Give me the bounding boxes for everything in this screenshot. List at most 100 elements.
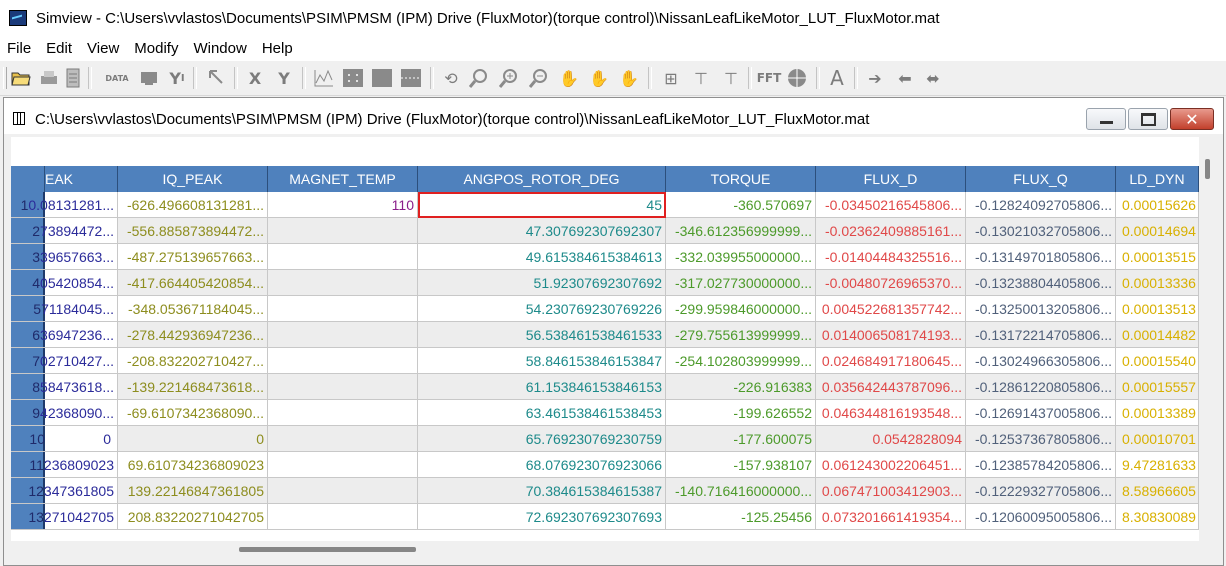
grid-cell[interactable]: -317.027730000000... <box>666 270 816 296</box>
grid-cell[interactable]: 68.076923076923066 <box>418 452 666 478</box>
arrow-right-icon[interactable]: ➔ <box>864 67 886 89</box>
grid-cell[interactable]: 6 36947236... <box>11 322 118 348</box>
data-grid[interactable]: EAK IQ_PEAK MAGNET_TEMP ANGPOS_ROTOR_DEG… <box>11 137 1199 541</box>
table-row[interactable]: 5 71184045... -348.053671184045... 54.23076… <box>11 296 1199 322</box>
grid-cell[interactable]: 7 02710427... <box>11 348 118 374</box>
grid-cell[interactable]: 110 <box>268 192 418 218</box>
grid-cell[interactable]: 0.061243002206451... <box>816 452 966 478</box>
grid-cell[interactable]: -0.13250013205806... <box>966 296 1116 322</box>
grid-cell[interactable]: 0.035642443787096... <box>816 374 966 400</box>
grid-cell[interactable]: -346.612356999999... <box>666 218 816 244</box>
grid-cell[interactable] <box>268 478 418 504</box>
grid-cell[interactable]: -226.916383 <box>666 374 816 400</box>
grid-cell[interactable]: -208.832202710427... <box>118 348 268 374</box>
grid-cell[interactable]: 69.610734236809023 <box>118 452 268 478</box>
grid-cell[interactable]: -360.570697 <box>666 192 816 218</box>
menu-modify[interactable]: Modify <box>127 40 186 57</box>
grid-cell[interactable]: -0.13021032705806... <box>966 218 1116 244</box>
zoom-out-icon[interactable] <box>528 67 550 89</box>
grid-cell[interactable]: 61.153846153846153 <box>418 374 666 400</box>
grid-cell[interactable]: -0.12385784205806... <box>966 452 1116 478</box>
grid-cell[interactable]: -0.00480726965370... <box>816 270 966 296</box>
grid-cell[interactable] <box>268 270 418 296</box>
table-row[interactable]: 7 02710427... -208.832202710427... 58.84615… <box>11 348 1199 374</box>
horizontal-scroll-thumb[interactable] <box>239 547 416 552</box>
grid-cell[interactable]: -556.885873894472... <box>118 218 268 244</box>
grid-cell[interactable]: 72.692307692307693 <box>418 504 666 530</box>
grid-cell[interactable]: 4 05420854... <box>11 270 118 296</box>
data-icon[interactable]: DATA <box>104 67 130 89</box>
row-header-corner[interactable] <box>11 166 45 192</box>
grid-cell[interactable]: -125.25456 <box>666 504 816 530</box>
grid-cell[interactable]: -199.626552 <box>666 400 816 426</box>
grid-cell[interactable] <box>268 296 418 322</box>
grid-cell[interactable]: 0.00013513 <box>1116 296 1199 322</box>
grid3-icon[interactable] <box>400 67 422 89</box>
grid-cell[interactable]: 70.384615384615387 <box>418 478 666 504</box>
grid-cell[interactable]: -157.938107 <box>666 452 816 478</box>
marker-icon[interactable]: ⊞ <box>660 67 682 89</box>
grid-cell[interactable]: -0.13238804405806... <box>966 270 1116 296</box>
grid-cell[interactable] <box>268 244 418 270</box>
y-icon[interactable]: Y <box>273 67 295 89</box>
grid-cell[interactable]: -0.12537367805806... <box>966 426 1116 452</box>
grid-cell[interactable]: -69.6107342368090... <box>118 400 268 426</box>
column-header-ipeak[interactable]: EAK <box>45 166 118 192</box>
table-row[interactable]: 3 39657663... -487.275139657663... 49.61538… <box>11 244 1199 270</box>
arrow-both-icon[interactable]: ⬌ <box>922 67 944 89</box>
menu-edit[interactable]: Edit <box>39 40 80 57</box>
grid-cell[interactable]: -140.716416000000... <box>666 478 816 504</box>
print-preview-icon[interactable] <box>62 67 84 89</box>
grid-cell[interactable]: 12 347361805 <box>11 478 118 504</box>
grid-cell[interactable]: 0.00014482 <box>1116 322 1199 348</box>
pan-icon[interactable]: ✋ <box>558 67 580 89</box>
grid-cell[interactable]: 0.0542828094 <box>816 426 966 452</box>
pan-y-icon[interactable]: ✋ <box>618 67 640 89</box>
table-row[interactable]: 11 236809023 69.610734236809023 68.07692307… <box>11 452 1199 478</box>
data-window-icon[interactable] <box>13 112 25 125</box>
zoom-in-icon[interactable] <box>498 67 520 89</box>
grid-cell[interactable]: 0.073201661419354... <box>816 504 966 530</box>
grid-cell[interactable]: 0.00015557 <box>1116 374 1199 400</box>
grid-cell[interactable]: 1 0.08131281... <box>11 192 118 218</box>
grid-cell[interactable]: -487.275139657663... <box>118 244 268 270</box>
grid-cell[interactable] <box>268 426 418 452</box>
grid-cell[interactable]: 11 236809023 <box>11 452 118 478</box>
table-row[interactable]: 13 271042705 208.83220271042705 72.69230769… <box>11 504 1199 530</box>
grid-cell[interactable]: 47.307692307692307 <box>418 218 666 244</box>
grid-cell[interactable]: 0.024684917180645... <box>816 348 966 374</box>
grid-cell[interactable]: -0.03450216545806... <box>816 192 966 218</box>
grid-cell[interactable]: 49.615384615384613 <box>418 244 666 270</box>
grid-cell[interactable]: -417.664405420854... <box>118 270 268 296</box>
grid-cell[interactable]: 54.230769230769226 <box>418 296 666 322</box>
column-header-flux-q[interactable]: FLUX_Q <box>966 166 1116 192</box>
column-header-magnet-temp[interactable]: MAGNET_TEMP <box>268 166 418 192</box>
grid-cell[interactable]: 0.00015540 <box>1116 348 1199 374</box>
grid-cell[interactable]: -139.221468473618... <box>118 374 268 400</box>
grid-cell[interactable]: 56.538461538461533 <box>418 322 666 348</box>
toolbar-grip[interactable] <box>3 67 7 89</box>
plot-icon[interactable] <box>313 67 335 89</box>
fft-icon[interactable]: FFT <box>756 67 782 89</box>
horizontal-scrollbar[interactable] <box>11 541 1199 557</box>
grid-cell[interactable]: -0.12229327705806... <box>966 478 1116 504</box>
table-row[interactable]: 8 58473618... -139.221468473618... 61.15384… <box>11 374 1199 400</box>
measure2-icon[interactable]: ⊤ <box>720 67 742 89</box>
grid-cell[interactable]: -0.02362409885161... <box>816 218 966 244</box>
vertical-scroll-thumb[interactable] <box>1205 159 1210 179</box>
grid-cell[interactable]: -0.13149701805806... <box>966 244 1116 270</box>
grid-cell[interactable] <box>268 504 418 530</box>
open-icon[interactable] <box>10 67 32 89</box>
grid-icon[interactable] <box>342 67 364 89</box>
grid-cell[interactable]: -0.12691437005806... <box>966 400 1116 426</box>
column-header-angpos-rotor-deg[interactable]: ANGPOS_ROTOR_DEG <box>418 166 666 192</box>
grid-cell[interactable]: 0.00015626 <box>1116 192 1199 218</box>
grid-cell[interactable]: 0.004522681357742... <box>816 296 966 322</box>
grid-cell[interactable]: 0.00014694 <box>1116 218 1199 244</box>
grid-cell[interactable]: 8 58473618... <box>11 374 118 400</box>
grid-cell[interactable] <box>268 400 418 426</box>
grid-cell[interactable] <box>268 374 418 400</box>
vertical-scrollbar[interactable] <box>1199 137 1216 541</box>
zoom-icon[interactable] <box>468 67 490 89</box>
grid-cell[interactable]: 0 <box>118 426 268 452</box>
